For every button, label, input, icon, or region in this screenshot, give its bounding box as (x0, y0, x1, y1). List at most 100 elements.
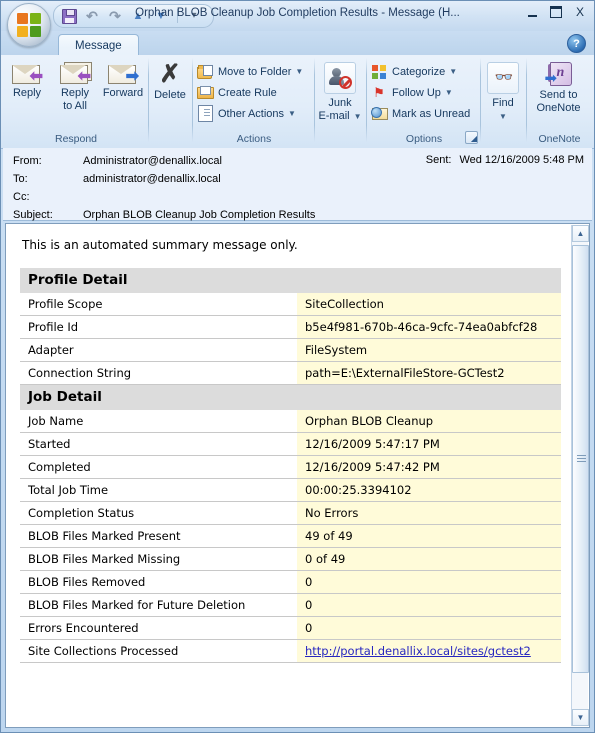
other-actions-label: Other Actions (218, 107, 285, 120)
mark-as-unread-icon (371, 106, 388, 122)
maximize-button[interactable] (548, 5, 564, 19)
categorize-icon (371, 64, 387, 80)
delete-label: Delete (154, 89, 186, 101)
from-value[interactable]: Administrator@denallix.local (83, 155, 222, 167)
move-to-folder-icon (197, 64, 213, 80)
outlook-message-window: ↶ ↷ ▲ ▼ ▾ Orphan BLOB Cleanup Job Comple… (0, 0, 595, 733)
delete-x-icon: ✗ (159, 60, 181, 88)
row-value: No Errors (297, 501, 561, 525)
previous-item-button[interactable]: ▲ (129, 7, 147, 25)
row-value: b5e4f981-670b-46ca-9cfc-74ea0abfcf28 (297, 315, 561, 339)
other-actions-icon (197, 105, 213, 122)
ribbon-group-respond: ⬅ Reply ⬅ Reply to All ➡ Forward Respond (3, 56, 149, 146)
chevron-down-icon: ▼ (288, 109, 296, 118)
row-key: Total Job Time (20, 478, 297, 502)
categorize-button[interactable]: Categorize ▼ (367, 61, 457, 82)
row-key: Started (20, 432, 297, 456)
table-row: Errors Encountered 0 (20, 616, 561, 640)
qat-separator (177, 9, 178, 23)
row-value: FileSystem (297, 338, 561, 362)
send-to-onenote-label-line2: OneNote (536, 101, 581, 114)
mark-as-unread-button[interactable]: Mark as Unread (367, 103, 470, 124)
chevron-down-icon: ▼ (295, 67, 304, 76)
scroll-up-button[interactable]: ▲ (572, 225, 589, 242)
table-row: BLOB Files Marked Present 49 of 49 (20, 524, 561, 548)
table-row: Completed 12/16/2009 5:47:42 PM (20, 455, 561, 479)
row-key: Profile Id (20, 315, 297, 339)
delete-button[interactable]: ✗ Delete (149, 58, 191, 102)
table-row: Profile Id b5e4f981-670b-46ca-9cfc-74ea0… (20, 315, 561, 339)
next-item-button[interactable]: ▼ (152, 7, 170, 25)
scrollbar-grip-icon (577, 455, 586, 463)
table-row: Adapter FileSystem (20, 338, 561, 362)
title-bar: ↶ ↷ ▲ ▼ ▾ Orphan BLOB Cleanup Job Comple… (1, 1, 594, 47)
row-key: Completed (20, 455, 297, 479)
junk-email-label-line1: Junk (328, 97, 352, 109)
subject-row: Subject: Orphan BLOB Cleanup Job Complet… (13, 207, 315, 223)
table-row: Job Name Orphan BLOB Cleanup (20, 410, 561, 433)
scroll-down-button[interactable]: ▼ (572, 709, 589, 726)
office-button[interactable] (7, 3, 51, 47)
forward-button[interactable]: ➡ Forward (99, 58, 147, 100)
reply-all-label-line1: Reply (60, 87, 90, 99)
ribbon-tab-strip: Message ? (1, 31, 594, 56)
row-value: path=E:\ExternalFileStore-GCTest2 (297, 361, 561, 385)
forward-envelope-icon: ➡ (108, 62, 139, 85)
site-collection-link[interactable]: http://portal.denallix.local/sites/gctes… (305, 644, 531, 658)
ribbon-group-actions: Move to Folder ▼ Create Rule Other Actio… (193, 56, 315, 146)
redo-button[interactable]: ↷ (106, 7, 124, 25)
row-value: 12/16/2009 5:47:42 PM (297, 455, 561, 479)
options-dialog-launcher[interactable]: ◢ (465, 131, 478, 144)
reply-button[interactable]: ⬅ Reply (3, 58, 51, 100)
follow-up-button[interactable]: ⚑ Follow Up ▼ (367, 82, 453, 103)
table-row: Site Collections Processed http://portal… (20, 639, 561, 663)
row-key: Profile Scope (20, 293, 297, 316)
scrollbar-thumb[interactable] (572, 245, 589, 673)
move-to-folder-button[interactable]: Move to Folder ▼ (193, 61, 303, 82)
message-header: From: Administrator@denallix.local To: a… (3, 148, 592, 221)
arrow-up-icon: ▲ (132, 9, 144, 22)
ribbon-group-find: 👓 Find ▼ (481, 56, 527, 146)
help-icon[interactable]: ? (567, 34, 586, 53)
table-row: BLOB Files Marked Missing 0 of 49 (20, 547, 561, 571)
send-to-onenote-button[interactable]: n ➡ Send to OneNote (527, 58, 590, 114)
table-row: Connection String path=E:\ExternalFileSt… (20, 361, 561, 385)
junk-email-icon (324, 62, 356, 94)
table-row: Total Job Time 00:00:25.3394102 (20, 478, 561, 502)
onenote-icon: n ➡ (545, 62, 572, 86)
chevron-down-icon: ▼ (499, 111, 507, 121)
save-button[interactable] (60, 7, 78, 25)
create-rule-button[interactable]: Create Rule (193, 82, 277, 103)
find-button[interactable]: 👓 Find ▼ (481, 58, 525, 122)
tab-message[interactable]: Message (58, 34, 139, 56)
table-row: Completion Status No Errors (20, 501, 561, 525)
reply-all-button[interactable]: ⬅ Reply to All (51, 58, 99, 112)
arrow-down-icon: ▼ (155, 9, 167, 22)
from-label: From: (13, 155, 42, 167)
undo-button[interactable]: ↶ (83, 7, 101, 25)
tab-message-label: Message (75, 39, 122, 52)
redo-icon: ↷ (109, 8, 121, 24)
ribbon-group-options: Categorize ▼ ⚑ Follow Up ▼ Mark as Unrea… (367, 56, 481, 146)
close-button[interactable]: X (572, 5, 588, 19)
reply-all-label-line2: to All (63, 99, 87, 112)
section-title: Job Detail (20, 384, 561, 410)
junk-email-button[interactable]: Junk E-mail ▼ (315, 58, 365, 122)
follow-up-label: Follow Up (392, 86, 441, 99)
to-label: To: (13, 173, 28, 185)
table-row: Started 12/16/2009 5:47:17 PM (20, 432, 561, 456)
find-label: Find (492, 97, 514, 109)
message-body-content: This is an automated summary message onl… (6, 224, 571, 727)
reply-label: Reply (12, 87, 42, 99)
to-value[interactable]: administrator@denallix.local (83, 173, 221, 185)
ribbon-group-respond-label: Respond (54, 133, 98, 145)
ribbon: ⬅ Reply ⬅ Reply to All ➡ Forward Respond… (1, 55, 594, 149)
row-key: Job Name (20, 410, 297, 433)
row-value: 12/16/2009 5:47:17 PM (297, 432, 561, 456)
chevron-down-icon: ▾ (191, 10, 197, 21)
minimize-button[interactable] (524, 5, 540, 19)
row-key: Completion Status (20, 501, 297, 525)
customize-qat-button[interactable]: ▾ (185, 7, 203, 25)
other-actions-button[interactable]: Other Actions ▼ (193, 103, 296, 124)
vertical-scrollbar[interactable]: ▲ ▼ (571, 225, 589, 726)
